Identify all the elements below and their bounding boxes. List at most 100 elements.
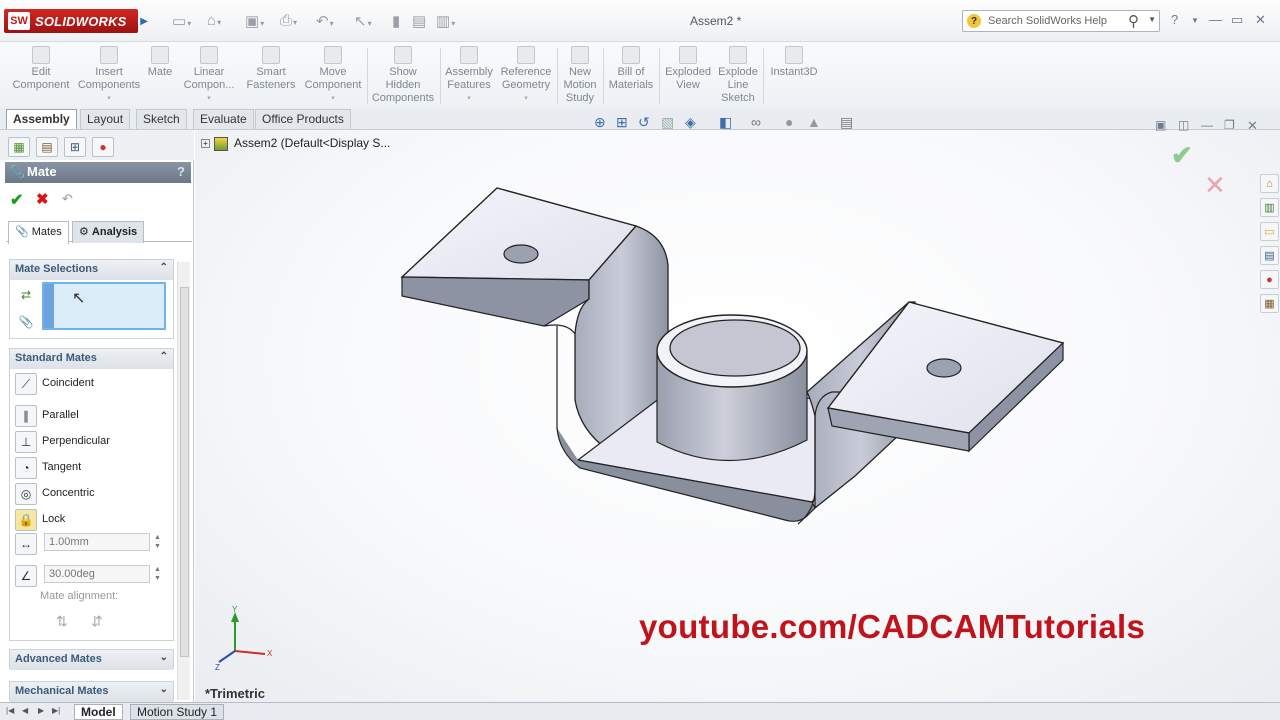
- options-icon[interactable]: ▥▾: [436, 12, 455, 30]
- rebuild-icon[interactable]: ▮: [392, 12, 400, 30]
- tangent-mate[interactable]: ◔ Tangent: [13, 457, 163, 479]
- edit-appearance-icon[interactable]: ●: [785, 114, 793, 130]
- tab-office-products[interactable]: Office Products: [255, 109, 351, 129]
- mate-selections-header[interactable]: Mate Selections ⌃: [10, 260, 173, 280]
- distance-icon[interactable]: ↔: [15, 533, 37, 555]
- exploded-view-button[interactable]: Exploded View: [662, 46, 714, 92]
- hide-show-items-icon[interactable]: ∞: [751, 114, 761, 130]
- close-icon[interactable]: ✕: [1255, 12, 1266, 28]
- scrollbar-thumb[interactable]: [180, 287, 189, 657]
- assembly-features-button[interactable]: Assembly Features ▾: [442, 46, 496, 105]
- help-dropdown-icon[interactable]: ▼: [1191, 16, 1199, 25]
- explode-line-sketch-button[interactable]: Explode Line Sketch: [716, 46, 760, 105]
- distance-input[interactable]: 1.00mm: [44, 533, 150, 551]
- undo-icon[interactable]: ↶▾: [316, 12, 334, 30]
- standard-mates-header[interactable]: Standard Mates ⌃: [10, 349, 173, 369]
- solidworks-logo[interactable]: SW SOLIDWORKS ▶: [4, 9, 148, 33]
- dropdown-icon[interactable]: ▾: [442, 92, 496, 105]
- advanced-mates-header[interactable]: Advanced Mates ⌄: [10, 650, 173, 670]
- zoom-to-fit-icon[interactable]: ⊕: [594, 114, 606, 131]
- file-properties-icon[interactable]: ▤: [412, 12, 426, 30]
- show-hidden-components-button[interactable]: Show Hidden Components: [370, 46, 436, 105]
- multi-mate-icon[interactable]: 📎: [16, 312, 36, 332]
- search-box[interactable]: ? Search SolidWorks Help ⚲ ▼: [962, 10, 1160, 32]
- dropdown-icon[interactable]: ▾: [498, 92, 554, 105]
- tab-sketch[interactable]: Sketch: [136, 109, 187, 129]
- apply-scene-icon[interactable]: ▲: [807, 114, 821, 130]
- lock-mate[interactable]: 🔒 Lock: [13, 509, 163, 531]
- collapse-icon[interactable]: ⌃: [160, 351, 168, 362]
- mechanical-mates-group[interactable]: Mechanical Mates ⌄: [9, 681, 174, 702]
- open-icon[interactable]: ⌂▾: [207, 12, 221, 29]
- perpendicular-mate[interactable]: ⊥ Perpendicular: [13, 431, 163, 453]
- reference-geometry-button[interactable]: Reference Geometry ▾: [498, 46, 554, 105]
- feature-tree-icon[interactable]: ▦: [8, 137, 30, 157]
- tab-analysis[interactable]: ⚙ Analysis: [72, 221, 145, 243]
- coincident-mate[interactable]: ⟋ Coincident: [13, 373, 163, 395]
- minimize-icon[interactable]: —: [1209, 12, 1222, 27]
- panel-scrollbar[interactable]: [177, 262, 190, 700]
- tab-evaluate[interactable]: Evaluate: [193, 109, 254, 129]
- angle-input[interactable]: 30.00deg: [44, 565, 150, 583]
- first-tab-icon[interactable]: |◀: [6, 706, 14, 715]
- graphics-viewport[interactable]: + Assem2 (Default<Display S... ⊕ ⊞ ↺ ▧ ◈ …: [195, 114, 1280, 702]
- insert-components-button[interactable]: Insert Components ▾: [76, 46, 142, 105]
- angle-icon[interactable]: ∠: [15, 565, 37, 587]
- concentric-mate[interactable]: ◎ Concentric: [13, 483, 163, 505]
- entities-to-mate-selection-box[interactable]: [42, 282, 166, 330]
- maximize-icon[interactable]: ▭: [1231, 12, 1243, 28]
- mechanical-mates-header[interactable]: Mechanical Mates ⌄: [10, 682, 173, 702]
- cancel-x-icon[interactable]: ✖: [36, 190, 49, 208]
- help-button[interactable]: ?: [177, 164, 185, 179]
- search-input[interactable]: Search SolidWorks Help: [988, 15, 1107, 27]
- search-dropdown-icon[interactable]: ▼: [1148, 15, 1156, 24]
- menu-arrow-icon[interactable]: ▶: [140, 16, 148, 27]
- configuration-manager-icon[interactable]: ⊞: [64, 137, 86, 157]
- expand-icon[interactable]: ⌄: [160, 684, 168, 695]
- help-icon[interactable]: ?: [1171, 12, 1178, 27]
- collapse-icon[interactable]: ⌃: [160, 262, 168, 273]
- advanced-mates-group[interactable]: Advanced Mates ⌄: [9, 649, 174, 670]
- tab-layout[interactable]: Layout: [80, 109, 131, 129]
- move-component-button[interactable]: Move Component ▾: [302, 46, 364, 105]
- instant3d-button[interactable]: Instant3D: [766, 46, 822, 79]
- aligned-icon[interactable]: ⇅: [56, 613, 68, 630]
- distance-mate[interactable]: ↔ 1.00mm ▲ ▼: [13, 533, 163, 555]
- ok-check-icon[interactable]: ✔: [10, 190, 23, 210]
- parallel-mate[interactable]: ∥ Parallel: [13, 405, 163, 427]
- new-document-icon[interactable]: ▭▾: [172, 12, 191, 30]
- new-motion-study-button[interactable]: New Motion Study: [560, 46, 600, 105]
- print-icon[interactable]: ⎙▾: [280, 12, 297, 29]
- tab-model[interactable]: Model: [74, 704, 123, 720]
- display-style-icon[interactable]: ◧: [719, 114, 732, 131]
- last-tab-icon[interactable]: ▶|: [52, 706, 60, 715]
- linear-component-pattern-button[interactable]: Linear Compon... ▾: [180, 46, 238, 105]
- search-icon[interactable]: ⚲: [1128, 12, 1139, 30]
- angle-spinner-icon[interactable]: ▲ ▼: [154, 565, 161, 583]
- select-icon[interactable]: ↖▾: [354, 12, 372, 30]
- distance-spinner-icon[interactable]: ▲ ▼: [154, 533, 161, 551]
- dropdown-icon[interactable]: ▾: [180, 92, 238, 105]
- section-view-icon[interactable]: ▧: [661, 114, 674, 131]
- previous-view-icon[interactable]: ↺: [638, 114, 650, 131]
- view-orientation-icon[interactable]: ◈: [685, 114, 696, 131]
- undo-icon[interactable]: ↶: [62, 191, 73, 207]
- next-tab-icon[interactable]: ▶: [38, 706, 44, 715]
- tab-motion-study-1[interactable]: Motion Study 1: [130, 704, 225, 720]
- save-icon[interactable]: ▣▾: [245, 12, 264, 30]
- smart-fasteners-button[interactable]: Smart Fasteners: [244, 46, 298, 92]
- edit-component-button[interactable]: Edit Component: [12, 46, 70, 92]
- tab-mates[interactable]: 📎 Mates: [8, 221, 69, 244]
- bill-of-materials-button[interactable]: Bill of Materials: [606, 46, 656, 92]
- zoom-to-area-icon[interactable]: ⊞: [616, 114, 628, 131]
- dropdown-icon[interactable]: ▾: [302, 92, 364, 105]
- display-manager-icon[interactable]: ●: [92, 137, 114, 157]
- view-settings-icon[interactable]: ▤: [840, 114, 853, 131]
- tab-assembly[interactable]: Assembly: [6, 109, 77, 129]
- dropdown-icon[interactable]: ▾: [76, 92, 142, 105]
- prev-tab-icon[interactable]: ◀: [22, 706, 28, 715]
- property-manager-icon[interactable]: ▤: [36, 137, 58, 157]
- anti-aligned-icon[interactable]: ⇵: [91, 613, 103, 630]
- angle-mate[interactable]: ∠ 30.00deg ▲ ▼: [13, 565, 163, 587]
- mate-button[interactable]: Mate: [145, 46, 175, 79]
